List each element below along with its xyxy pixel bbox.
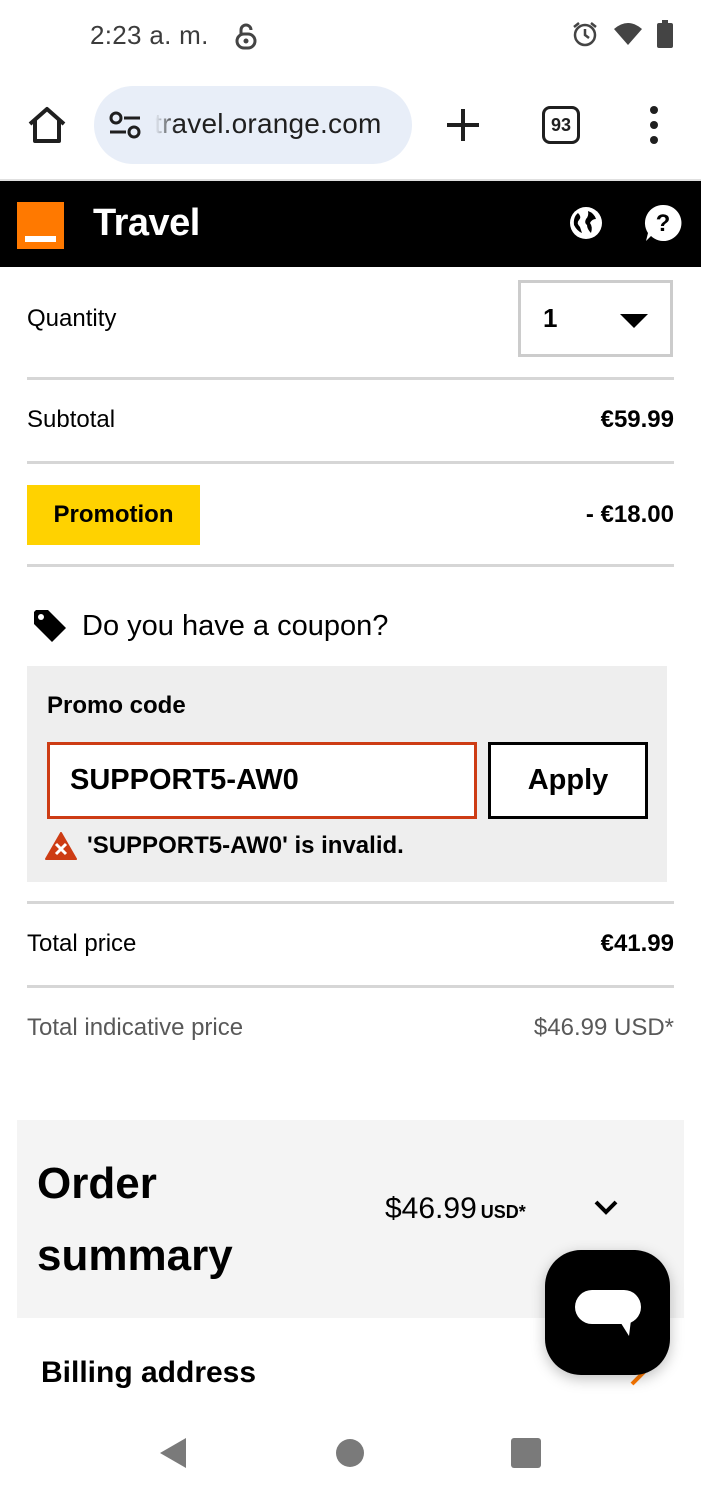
indicative-value: $46.99 USD* [533, 1014, 674, 1041]
total-row: Total price €41.99 [27, 930, 674, 958]
orange-logo[interactable] [17, 202, 64, 249]
home-nav-icon[interactable] [336, 1439, 364, 1467]
total-value: €41.99 [600, 930, 674, 957]
coupon-toggle[interactable]: Do you have a coupon? [32, 606, 388, 646]
quantity-select[interactable]: 1 [518, 280, 673, 357]
chat-button[interactable] [545, 1250, 670, 1375]
error-warning-icon [45, 832, 77, 860]
status-icons [571, 20, 673, 48]
site-header: Travel ? [0, 181, 701, 267]
home-icon[interactable] [26, 104, 68, 146]
subtotal-label: Subtotal [27, 406, 116, 433]
divider [27, 461, 674, 464]
divider [27, 985, 674, 988]
wifi-icon [614, 23, 642, 45]
status-time: 2:23 a. m. [90, 20, 209, 50]
promo-code-panel: Promo code Apply 'SUPPORT5-AW0' is inval… [27, 666, 667, 882]
system-nav-bar [0, 1406, 701, 1500]
caret-down-icon [620, 314, 648, 328]
apply-button[interactable]: Apply [488, 742, 648, 819]
battery-icon [657, 20, 673, 48]
promo-code-input[interactable] [47, 742, 477, 819]
alarm-icon [573, 22, 597, 47]
subtotal-row: Subtotal €59.99 [27, 406, 674, 434]
promo-code-label: Promo code [47, 692, 186, 719]
billing-address-title: Billing address [41, 1356, 257, 1389]
order-summary-currency: USD* [480, 1202, 526, 1222]
order-summary-title: Order summary [37, 1159, 233, 1280]
back-icon[interactable] [158, 1436, 188, 1470]
indicative-label: Total indicative price [27, 1014, 244, 1041]
address-bar[interactable]: travel.orange.com [94, 86, 412, 164]
quantity-value: 1 [543, 303, 558, 333]
order-summary-price: $46.99 [385, 1192, 477, 1225]
divider [27, 564, 674, 567]
url-text: travel.orange.com [154, 108, 382, 139]
more-options-icon[interactable] [640, 104, 668, 146]
recent-apps-icon[interactable] [511, 1438, 541, 1468]
divider [27, 377, 674, 380]
browser-toolbar: travel.orange.com 93 [0, 72, 701, 180]
tag-icon [34, 610, 66, 642]
promotion-badge: Promotion [27, 485, 200, 545]
promotion-value: - €18.00 [585, 501, 674, 528]
chevron-down-icon[interactable] [593, 1196, 619, 1218]
total-label: Total price [27, 930, 137, 957]
svg-text:?: ? [656, 210, 671, 237]
chat-bubble-icon [575, 1290, 641, 1336]
indicative-row: Total indicative price $46.99 USD* [27, 1014, 674, 1042]
divider [27, 901, 674, 904]
unlock-icon [235, 23, 257, 50]
promo-error: 'SUPPORT5-AW0' is invalid. [45, 832, 404, 860]
site-title[interactable]: Travel [93, 202, 200, 245]
coupon-question: Do you have a coupon? [82, 609, 389, 642]
order-summary-amount: $46.99 USD* [385, 1192, 526, 1226]
new-tab-icon[interactable] [444, 106, 482, 144]
status-bar: 2:23 a. m. [0, 0, 701, 72]
site-settings-icon[interactable] [108, 110, 142, 140]
quantity-label: Quantity [27, 305, 117, 332]
subtotal-value: €59.99 [600, 406, 674, 433]
globe-icon[interactable] [568, 205, 604, 241]
help-icon[interactable]: ? [643, 203, 683, 243]
error-message: 'SUPPORT5-AW0' is invalid. [87, 832, 404, 859]
tab-switcher-button[interactable]: 93 [542, 106, 580, 144]
